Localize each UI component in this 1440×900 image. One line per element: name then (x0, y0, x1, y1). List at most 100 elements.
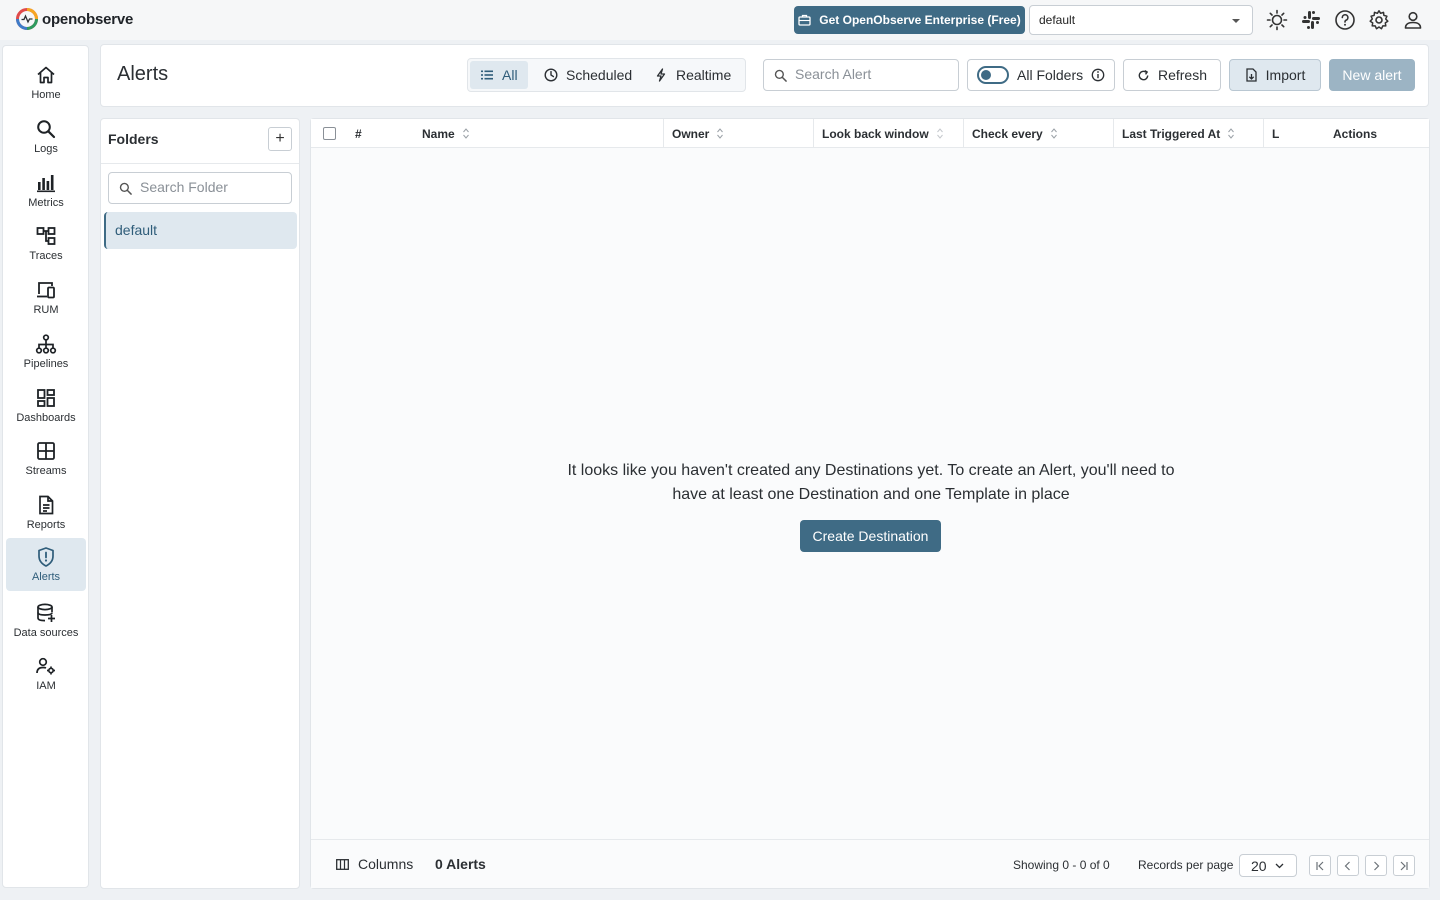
column-header-look-back-window[interactable]: Look back window (813, 119, 963, 148)
folder-item-default[interactable]: default (104, 212, 297, 249)
records-per-page-label: Records per page (1138, 858, 1234, 872)
nav-label: Home (31, 89, 61, 101)
nav-label: RUM (33, 304, 59, 316)
create-destination-button[interactable]: Create Destination (800, 520, 941, 552)
nav-item-rum[interactable]: RUM (6, 271, 86, 324)
tab-label: All (502, 67, 518, 83)
column-label: Actions (1333, 126, 1378, 141)
get-enterprise-button[interactable]: Get OpenObserve Enterprise (Free) (794, 6, 1025, 34)
refresh-label: Refresh (1157, 67, 1208, 83)
dashboard-icon (37, 389, 55, 407)
select-all-checkbox[interactable] (323, 127, 336, 140)
column-label: Last Triggered At (1122, 126, 1221, 141)
records-per-page-value: 20 (1251, 857, 1267, 874)
refresh-icon (1138, 69, 1149, 80)
pipelines-icon (35, 334, 57, 354)
new-alert-button[interactable]: New alert (1329, 59, 1415, 91)
last-page-button[interactable] (1393, 855, 1415, 876)
column-label: Name (422, 126, 455, 141)
search-alert-input[interactable] (795, 66, 945, 82)
column-label: Owner (672, 126, 710, 141)
file-import-icon (1246, 68, 1257, 82)
page-title: Alerts (117, 63, 169, 85)
records-per-page-select[interactable]: 20 (1239, 854, 1297, 877)
nav-label: Streams (25, 465, 67, 477)
table-header: # Name Owner Look back window Check ever… (311, 119, 1429, 148)
app-name: openobserve (42, 10, 134, 28)
organization-value: default (1039, 13, 1076, 27)
refresh-button[interactable]: Refresh (1123, 59, 1221, 91)
previous-page-button[interactable] (1337, 855, 1359, 876)
folders-title: Folders (108, 131, 159, 147)
nav-item-dashboards[interactable]: Dashboards (6, 379, 86, 432)
openobserve-logo-icon (16, 8, 38, 30)
column-header-last-triggered-at[interactable]: Last Triggered At (1113, 119, 1263, 148)
search-folder-input[interactable] (140, 179, 280, 195)
organization-select[interactable]: default (1029, 5, 1253, 35)
app-logo[interactable]: openobserve (16, 8, 133, 30)
tab-label: Scheduled (566, 67, 633, 83)
home-icon (37, 66, 55, 84)
slack-icon[interactable] (1300, 9, 1322, 31)
nav-item-pipelines[interactable]: Pipelines (6, 325, 86, 378)
sun-icon[interactable] (1266, 9, 1288, 31)
chevron-down-icon (1275, 863, 1284, 868)
column-label: Check every (972, 126, 1043, 141)
nav-item-iam[interactable]: IAM (6, 647, 86, 700)
next-page-button[interactable] (1365, 855, 1387, 876)
alerts-header: Alerts All Scheduled Realtime Search Ale… (100, 44, 1429, 107)
tab-scheduled[interactable]: Scheduled (534, 61, 642, 89)
alerts-table: # Name Owner Look back window Check ever… (310, 118, 1430, 889)
toggle-switch[interactable] (977, 66, 1009, 84)
columns-icon (336, 858, 349, 870)
nav-label: Pipelines (23, 358, 69, 370)
column-header-owner[interactable]: Owner (663, 119, 813, 148)
devices-icon (37, 282, 55, 299)
search-folder-field (108, 172, 292, 204)
nav-item-alerts[interactable]: Alerts (6, 538, 86, 591)
nav-label: Alerts (31, 571, 61, 583)
streams-icon (37, 442, 55, 460)
database-add-icon (37, 603, 55, 622)
column-header-check-every[interactable]: Check every (963, 119, 1113, 148)
sort-icon (936, 128, 943, 139)
first-page-button[interactable] (1309, 855, 1331, 876)
traces-icon (36, 227, 56, 245)
nav-item-data-sources[interactable]: Data sources (6, 594, 86, 647)
import-button[interactable]: Import (1229, 59, 1321, 91)
nav-label: IAM (36, 680, 56, 692)
all-folders-toggle[interactable]: All Folders (967, 59, 1115, 91)
settings-icon[interactable] (1368, 9, 1390, 31)
column-header-name[interactable]: Name (422, 119, 469, 148)
help-icon[interactable] (1334, 9, 1356, 31)
shield-alert-icon (38, 547, 54, 567)
columns-button[interactable]: Columns (336, 856, 413, 872)
nav-label: Logs (34, 143, 58, 155)
nav-item-metrics[interactable]: Metrics (6, 164, 86, 217)
all-folders-label: All Folders (1017, 67, 1084, 83)
nav-item-traces[interactable]: Traces (6, 217, 86, 270)
nav-item-logs[interactable]: Logs (6, 110, 86, 163)
user-icon[interactable] (1402, 9, 1424, 31)
tab-label: Realtime (676, 67, 732, 83)
info-icon (1091, 68, 1105, 82)
column-label: # (355, 126, 362, 141)
top-bar: openobserve Get OpenObserve Enterprise (… (0, 0, 1440, 40)
column-header-index: # (355, 119, 362, 148)
nav-item-home[interactable]: Home (6, 56, 86, 109)
chevron-right-icon (1374, 861, 1380, 870)
nav-label: Dashboards (16, 412, 76, 424)
briefcase-icon (798, 14, 811, 26)
empty-state-message: It looks like you haven't created any De… (567, 462, 1175, 503)
create-destination-label: Create Destination (812, 528, 929, 544)
column-header-l[interactable]: L (1263, 119, 1313, 148)
nav-label: Data sources (13, 627, 79, 639)
nav-item-streams[interactable]: Streams (6, 432, 86, 485)
add-folder-button[interactable]: + (268, 127, 292, 151)
iam-icon (36, 657, 55, 675)
last-page-icon (1400, 861, 1408, 870)
select-all-cell (323, 119, 336, 148)
tab-realtime[interactable]: Realtime (644, 61, 741, 89)
tab-all[interactable]: All (470, 61, 528, 89)
nav-item-reports[interactable]: Reports (6, 486, 86, 539)
